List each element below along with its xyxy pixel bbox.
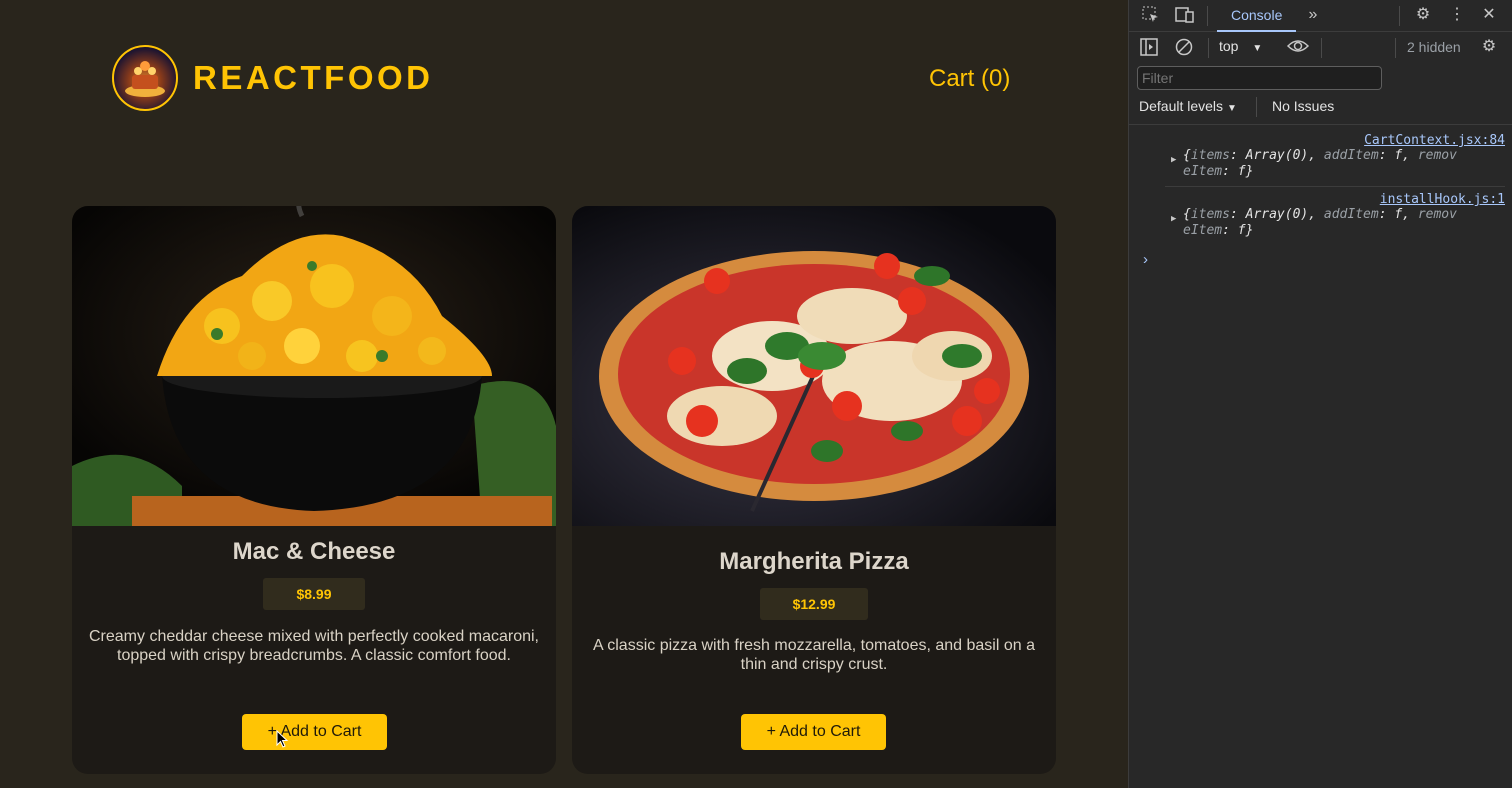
source-link[interactable]: installHook.js:1 (1165, 192, 1505, 207)
obj-value: : f} (1222, 223, 1254, 238)
message-divider (1165, 186, 1505, 187)
console-message: CartContext.jsx:84 ▶ {items: Array(0), a… (1165, 133, 1505, 180)
logged-object[interactable]: ▶ {items: Array(0), addItem: f, remov eI… (1165, 148, 1505, 180)
meal-description: A classic pizza with fresh mozzarella, t… (593, 637, 1035, 673)
obj-value: : f, (1378, 207, 1418, 222)
meal-title: Margherita Pizza (719, 548, 909, 575)
obj-brace: { (1183, 207, 1191, 222)
devtools-panel: Console » ⚙ ⋮ ✕ top ▼ 2 hidden ⚙ Default… (1128, 0, 1512, 788)
meal-price: $8.99 (263, 578, 365, 610)
add-to-cart-button[interactable]: + Add to Cart (741, 714, 886, 750)
tab-console[interactable]: Console (1217, 0, 1297, 32)
issues-count[interactable]: No Issues (1272, 98, 1334, 114)
console-settings-gear-icon[interactable]: ⚙ (1479, 37, 1499, 57)
toolbar-divider (1321, 38, 1322, 58)
logged-object[interactable]: ▶ {items: Array(0), addItem: f, remov eI… (1165, 207, 1505, 239)
console-prompt-icon[interactable]: › (1143, 251, 1148, 268)
devtools-main-toolbar: Console » ⚙ ⋮ ✕ (1129, 0, 1512, 32)
filter-input[interactable] (1137, 66, 1382, 90)
obj-value: : Array(0), (1229, 148, 1324, 163)
toolbar-divider (1399, 6, 1400, 26)
dropdown-arrow-icon: ▼ (1226, 103, 1237, 114)
meal-image-margherita-pizza (572, 206, 1056, 526)
close-icon[interactable]: ✕ (1479, 5, 1499, 25)
obj-value: : f, (1378, 148, 1418, 163)
obj-value: : Array(0), (1229, 207, 1324, 222)
settings-gear-icon[interactable]: ⚙ (1413, 5, 1433, 25)
obj-key: remov (1417, 148, 1457, 163)
sidebar-toggle-icon[interactable] (1139, 38, 1159, 58)
meal-card-mac-and-cheese: Mac & Cheese $8.99 Creamy cheddar cheese… (72, 206, 556, 774)
main-header: REACTFOOD Cart (0) (112, 45, 1012, 111)
obj-key: items (1190, 148, 1230, 163)
expand-triangle-icon[interactable]: ▶ (1171, 211, 1176, 227)
dropdown-arrow-icon: ▼ (1252, 43, 1263, 54)
obj-value: : f} (1222, 164, 1254, 179)
obj-key: remov (1417, 207, 1457, 222)
meal-description: Creamy cheddar cheese mixed with perfect… (89, 628, 539, 664)
device-toolbar-icon[interactable] (1175, 6, 1195, 26)
obj-key: items (1190, 207, 1230, 222)
more-options-icon[interactable]: ⋮ (1447, 5, 1467, 25)
inspect-element-icon[interactable] (1141, 6, 1161, 26)
live-expression-eye-icon[interactable] (1286, 38, 1310, 58)
console-divider (1129, 124, 1512, 125)
console-message: installHook.js:1 ▶ {items: Array(0), add… (1165, 192, 1505, 239)
hidden-messages-count[interactable]: 2 hidden (1407, 39, 1461, 55)
context-value: top (1219, 38, 1239, 54)
clear-console-icon[interactable] (1174, 38, 1194, 58)
obj-key: eItem (1183, 223, 1223, 238)
app-viewport: REACTFOOD Cart (0) Mac & Cheese $8.99 Cr… (0, 0, 1128, 788)
mouse-cursor-icon (276, 730, 289, 748)
source-link[interactable]: CartContext.jsx:84 (1165, 133, 1505, 148)
meal-card-margherita-pizza: Margherita Pizza $12.99 A classic pizza … (572, 206, 1056, 774)
toolbar-divider (1256, 97, 1257, 117)
add-to-cart-button[interactable]: + Add to Cart (242, 714, 387, 750)
obj-key: addItem (1323, 148, 1379, 163)
toolbar-divider (1207, 6, 1208, 26)
toolbar-divider (1208, 38, 1209, 58)
meal-price: $12.99 (760, 588, 868, 620)
log-levels-label: Default levels (1139, 98, 1224, 114)
meal-image-mac-and-cheese (72, 206, 556, 526)
cart-button[interactable]: Cart (0) (929, 65, 1010, 93)
obj-key: eItem (1183, 164, 1223, 179)
logo-image (112, 45, 178, 111)
meal-title: Mac & Cheese (232, 538, 396, 565)
log-levels-dropdown[interactable]: Default levels ▼ (1139, 98, 1237, 114)
obj-brace: { (1183, 148, 1191, 163)
more-tabs-icon[interactable]: » (1303, 5, 1323, 25)
brand-title: REACTFOOD (193, 59, 434, 96)
context-selector[interactable]: top ▼ (1219, 38, 1262, 54)
console-toolbar: top ▼ 2 hidden ⚙ (1129, 32, 1512, 64)
obj-key: addItem (1323, 207, 1379, 222)
toolbar-divider (1395, 38, 1396, 58)
expand-triangle-icon[interactable]: ▶ (1171, 152, 1176, 168)
